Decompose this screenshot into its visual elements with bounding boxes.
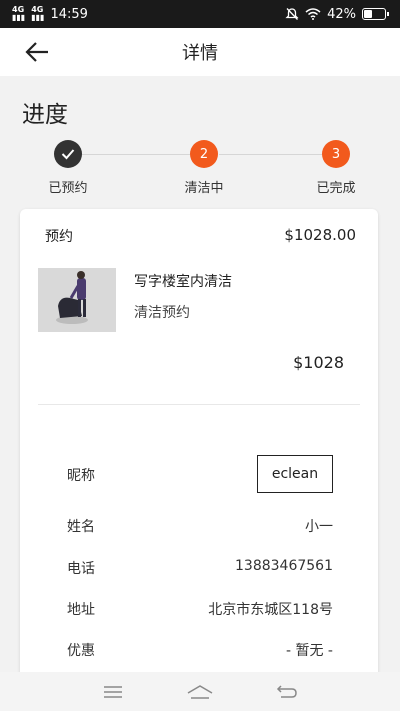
- arrow-left-icon[interactable]: [22, 38, 52, 66]
- page-title: 详情: [182, 43, 218, 64]
- menu-icon[interactable]: [98, 680, 128, 704]
- mute-icon: [285, 8, 299, 20]
- status-time: 14:59: [50, 6, 88, 22]
- status-bar: 4G ▮▮▮ 4G ▮▮▮ 14:59 42%: [0, 0, 400, 28]
- battery-icon: [362, 8, 389, 20]
- order-type: 预约: [45, 229, 73, 245]
- battery-text: 42%: [327, 6, 356, 22]
- address-value: 北京市东城区118号: [208, 602, 333, 618]
- nickname-box: eclean: [257, 455, 333, 493]
- check-icon: [54, 140, 82, 168]
- back-icon[interactable]: [272, 680, 302, 704]
- service-thumbnail[interactable]: [38, 268, 116, 332]
- step-number: 2: [190, 140, 218, 168]
- phone-label: 电话: [67, 561, 95, 577]
- progress-title: 进度: [22, 102, 68, 128]
- signal-icon: 4G ▮▮▮: [12, 5, 26, 22]
- divider: [38, 404, 360, 405]
- service-type: 清洁预约: [134, 305, 190, 321]
- signal-icon-2: 4G ▮▮▮: [31, 5, 45, 22]
- step-label: 已完成: [316, 181, 356, 196]
- cleaning-machine-image: [38, 268, 116, 332]
- wifi-icon: [305, 8, 321, 20]
- status-left: 4G ▮▮▮ 4G ▮▮▮ 14:59: [12, 6, 88, 22]
- name-label: 姓名: [67, 519, 95, 535]
- progress-stepper: 已预约 2 清洁中 3 已完成: [0, 140, 400, 196]
- step-booked: 已预约: [23, 140, 113, 196]
- service-price: $1028: [293, 353, 344, 372]
- order-total: $1028.00: [284, 226, 356, 244]
- address-label: 地址: [67, 602, 95, 618]
- discount-value: - 暂无 -: [285, 643, 333, 659]
- order-summary-row: 预约 $1028.00: [45, 226, 356, 246]
- name-value: 小一: [305, 519, 333, 535]
- step-label: 已预约: [48, 181, 88, 196]
- app-header: 详情: [0, 28, 400, 76]
- home-icon[interactable]: [185, 680, 215, 704]
- nickname-label: 昵称: [67, 468, 95, 484]
- status-right: 42%: [285, 6, 389, 22]
- step-label: 清洁中: [184, 181, 224, 196]
- navigation-bar: [0, 672, 400, 711]
- step-completed: 3 已完成: [291, 140, 381, 196]
- discount-label: 优惠: [67, 643, 95, 659]
- service-name[interactable]: 写字楼室内清洁: [134, 271, 232, 291]
- phone-value[interactable]: 13883467561: [235, 558, 333, 574]
- step-number: 3: [322, 140, 350, 168]
- order-card: 预约 $1028.00 写字楼室内清洁 清洁预约 $1028 昵称 eclean…: [20, 209, 378, 684]
- step-cleaning: 2 清洁中: [159, 140, 249, 196]
